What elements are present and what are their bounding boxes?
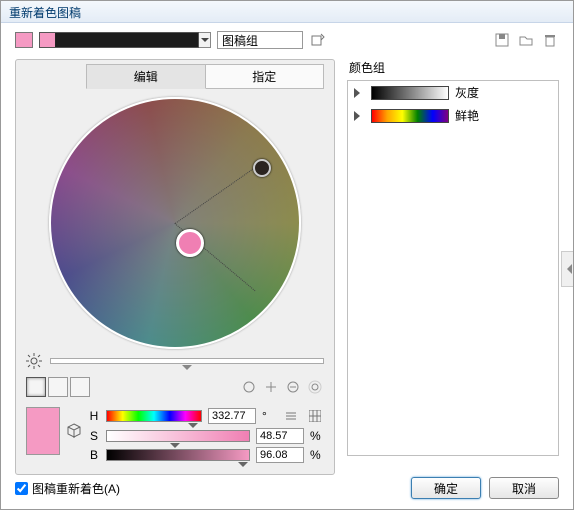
brightness-slider[interactable] (50, 358, 324, 364)
remove-color-icon[interactable] (284, 378, 302, 396)
group-swatch-bright (371, 109, 449, 123)
cancel-button[interactable]: 取消 (489, 477, 559, 499)
wheel-handle-secondary[interactable] (253, 159, 271, 177)
recolor-artwork-checkbox[interactable]: 图稿重新着色(A) (15, 480, 120, 497)
editor-panel: 编辑 指定 (15, 59, 335, 475)
panel-collapse-icon[interactable] (561, 251, 573, 287)
color-group-item[interactable]: 鲜艳 (348, 104, 558, 127)
current-color-swatch[interactable] (26, 407, 60, 455)
group-label: 灰度 (455, 84, 479, 101)
add-color-icon[interactable] (262, 378, 280, 396)
b-label: B (88, 448, 100, 462)
brightness-field-slider[interactable] (106, 449, 250, 461)
color-groups-list: 灰度 鲜艳 (347, 80, 559, 456)
color-group-item[interactable]: 灰度 (348, 81, 558, 104)
brightness-field[interactable] (256, 447, 304, 463)
save-icon[interactable] (493, 31, 511, 49)
wheel-mode-bars-icon[interactable] (70, 377, 90, 397)
link-harmony-icon[interactable] (240, 378, 258, 396)
brightness-icon (26, 353, 42, 369)
saturation-slider[interactable] (106, 430, 250, 442)
trash-icon[interactable] (541, 31, 559, 49)
ok-button[interactable]: 确定 (411, 477, 481, 499)
s-unit: % (310, 429, 324, 443)
slider-menu-icon[interactable] (282, 407, 300, 425)
hue-unit: ° (262, 409, 276, 423)
hue-slider[interactable] (106, 410, 202, 422)
group-label: 鲜艳 (455, 107, 479, 124)
wheel-handle-primary[interactable] (176, 229, 204, 257)
tab-assign[interactable]: 指定 (206, 64, 325, 89)
color-wheel[interactable] (49, 97, 301, 349)
color-groups-header: 颜色组 (349, 59, 559, 76)
titlebar: 重新着色图稿 (1, 1, 573, 23)
recolor-checkbox-input[interactable] (15, 482, 28, 495)
s-label: S (88, 429, 100, 443)
options-icon[interactable] (306, 378, 324, 396)
expand-icon[interactable] (354, 88, 365, 98)
b-unit: % (310, 448, 324, 462)
tab-edit[interactable]: 编辑 (86, 64, 206, 89)
window-title: 重新着色图稿 (9, 6, 81, 20)
folder-icon[interactable] (517, 31, 535, 49)
wheel-mode-smooth-icon[interactable] (26, 377, 46, 397)
active-color-swatch[interactable] (15, 32, 33, 48)
hue-field[interactable] (208, 408, 256, 424)
swatch-grid-icon[interactable] (306, 407, 324, 425)
new-group-icon[interactable] (309, 31, 327, 49)
group-swatch-gray (371, 86, 449, 100)
saturation-field[interactable] (256, 428, 304, 444)
h-label: H (88, 409, 100, 423)
color-preset-bar[interactable] (39, 32, 199, 48)
color-model-icon[interactable] (66, 423, 82, 439)
artgroup-field[interactable] (217, 31, 303, 49)
wheel-mode-segmented-icon[interactable] (48, 377, 68, 397)
expand-icon[interactable] (354, 111, 365, 121)
recolor-label: 图稿重新着色(A) (32, 480, 120, 497)
top-toolbar (15, 31, 559, 49)
preset-dropdown-icon[interactable] (199, 32, 211, 48)
